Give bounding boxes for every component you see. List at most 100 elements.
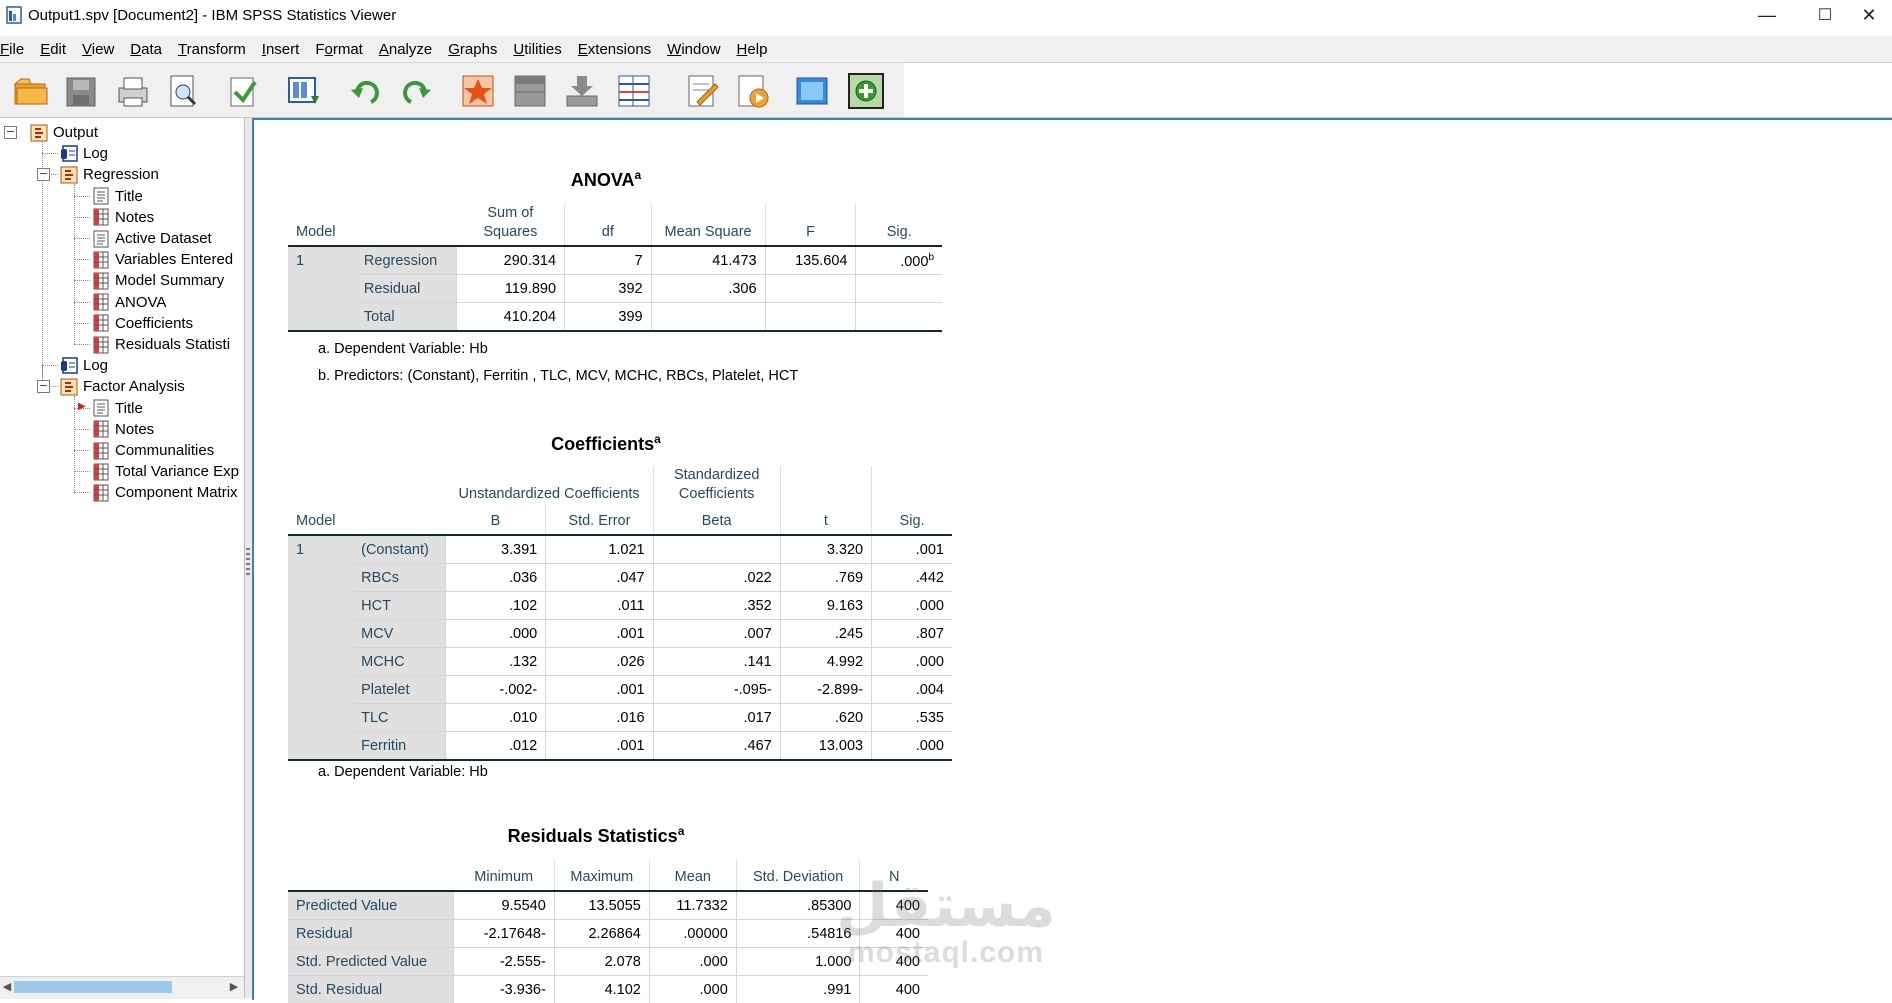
menu-accelerator: E bbox=[40, 41, 50, 58]
save-button[interactable] bbox=[58, 69, 102, 113]
residuals-table-title[interactable]: Residuals Statisticsa bbox=[508, 824, 685, 847]
menu-item-insert[interactable]: Insert bbox=[262, 41, 300, 58]
outline-item-regression-anova[interactable]: ANOVA bbox=[92, 292, 166, 313]
coef-b-cell: .132 bbox=[446, 648, 546, 676]
outline-item-factor-notes[interactable]: Notes bbox=[92, 419, 154, 440]
fullscreen-button[interactable] bbox=[790, 69, 834, 113]
menu-item-file[interactable]: File bbox=[0, 41, 24, 58]
menu-accelerator: o bbox=[325, 41, 333, 58]
outline-horizontal-scrollbar[interactable]: ◀ ▶ bbox=[0, 976, 244, 999]
coef-model-cell: 1 bbox=[288, 535, 353, 564]
outline-item-factor-total-variance-exp[interactable]: Total Variance Exp bbox=[92, 461, 239, 482]
scroll-right-arrow-icon[interactable]: ▶ bbox=[228, 981, 240, 993]
coef-row-label: MCV bbox=[353, 620, 445, 648]
coef-beta-cell: .007 bbox=[653, 620, 780, 648]
coef-se-cell: .011 bbox=[546, 592, 653, 620]
variables-button[interactable] bbox=[612, 69, 656, 113]
anova-f-cell bbox=[765, 275, 856, 303]
outline-item-log-2[interactable]: Log bbox=[60, 355, 108, 376]
anova-table[interactable]: Model Sum of Squares df Mean Square F Si… bbox=[288, 204, 942, 332]
coef-row-label: TLC bbox=[353, 704, 445, 732]
outline-item-factor-communalities[interactable]: Communalities bbox=[92, 440, 214, 461]
menu-accelerator: D bbox=[130, 41, 141, 58]
outline-item-label: Component Matrix bbox=[115, 484, 238, 501]
undo-button[interactable] bbox=[344, 69, 388, 113]
coef-b-cell: .000 bbox=[446, 620, 546, 648]
menu-item-graphs[interactable]: Graphs bbox=[448, 41, 497, 58]
menu-text: ile bbox=[9, 41, 24, 58]
outline-item-regression-title[interactable]: Title bbox=[92, 186, 143, 207]
close-button[interactable]: ✕ bbox=[1846, 0, 1892, 30]
outline-item-log[interactable]: Log bbox=[60, 143, 108, 164]
scroll-left-arrow-icon[interactable]: ◀ bbox=[1, 981, 13, 993]
maximize-button[interactable]: ☐ bbox=[1802, 0, 1848, 30]
watermark-latin-text: mostaql.com bbox=[826, 936, 1066, 970]
coef-b-cell: -.002- bbox=[446, 676, 546, 704]
scroll-thumb[interactable] bbox=[14, 981, 172, 993]
menu-item-data[interactable]: Data bbox=[130, 41, 162, 58]
outline-item-label: Active Dataset bbox=[115, 230, 212, 247]
outline-item-regression-coefficients[interactable]: Coefficients bbox=[92, 313, 193, 334]
tree-connector bbox=[74, 302, 90, 303]
menu-item-help[interactable]: Help bbox=[737, 41, 768, 58]
outline-item-label: Coefficients bbox=[115, 315, 193, 332]
expander-factor-analysis[interactable]: − bbox=[37, 380, 50, 393]
coef-se-cell: .016 bbox=[546, 704, 653, 732]
outline-item-factor-component-matrix[interactable]: Component Matrix bbox=[92, 482, 238, 503]
add-extension-button[interactable] bbox=[844, 69, 888, 113]
coef-model-cell bbox=[288, 732, 353, 761]
splitter-grip[interactable] bbox=[246, 548, 250, 576]
output-designate-button[interactable] bbox=[680, 69, 724, 113]
menu-item-window[interactable]: Window bbox=[667, 41, 720, 58]
anova-footnote-a: a. Dependent Variable: Hb bbox=[318, 341, 488, 357]
coef-beta-cell: .022 bbox=[653, 564, 780, 592]
print-preview-button[interactable] bbox=[160, 69, 204, 113]
goto-case-button[interactable] bbox=[508, 69, 552, 113]
output-content-pane[interactable]: ANOVAa Model Sum of Squares df Mean Squa… bbox=[252, 118, 1892, 1000]
print-button[interactable] bbox=[110, 69, 154, 113]
expander-regression[interactable]: − bbox=[37, 168, 50, 181]
anova-table-title[interactable]: ANOVAa bbox=[571, 168, 641, 191]
outline-item-regression-model-summary[interactable]: Model Summary bbox=[92, 270, 224, 291]
outline-item-factor-analysis[interactable]: Factor Analysis bbox=[60, 376, 185, 397]
outline-item-output[interactable]: Output bbox=[30, 122, 98, 143]
anova-f-cell: 135.604 bbox=[765, 246, 856, 275]
menu-item-view[interactable]: View bbox=[82, 41, 114, 58]
anova-title-footnote-mark: a bbox=[634, 168, 641, 182]
coef-row-label: HCT bbox=[353, 592, 445, 620]
coef-row-label: Ferritin bbox=[353, 732, 445, 761]
outline-item-regression-variables-entered[interactable]: Variables Entered bbox=[92, 249, 233, 270]
window-titlebar: Output1.spv [Document2] - IBM SPSS Stati… bbox=[0, 0, 1892, 30]
outline-item-regression[interactable]: Regression bbox=[60, 164, 159, 185]
script-button[interactable] bbox=[730, 69, 774, 113]
coef-header-se: Std. Error bbox=[546, 504, 653, 535]
outline-item-regression-notes[interactable]: Notes bbox=[92, 207, 154, 228]
menu-item-format[interactable]: Format bbox=[315, 41, 363, 58]
outline-item-label: Output bbox=[53, 124, 98, 141]
open-folder-button[interactable] bbox=[8, 69, 52, 113]
outline-item-regression-residuals-statisti[interactable]: Residuals Statisti bbox=[92, 334, 230, 355]
resid-min-cell: -2.555- bbox=[454, 948, 555, 976]
anova-ss-cell: 119.890 bbox=[457, 275, 565, 303]
redo-button[interactable] bbox=[394, 69, 438, 113]
coef-model-cell bbox=[288, 620, 353, 648]
export-icon bbox=[223, 72, 261, 110]
menu-item-extensions[interactable]: Extensions bbox=[578, 41, 651, 58]
goto-data-button[interactable] bbox=[456, 69, 500, 113]
menu-item-utilities[interactable]: Utilities bbox=[513, 41, 561, 58]
export-button[interactable] bbox=[220, 69, 264, 113]
coefficients-table[interactable]: Unstandardized Coefficients Standardized… bbox=[288, 466, 952, 761]
outline-item-regression-active-dataset[interactable]: Active Dataset bbox=[92, 228, 212, 249]
menu-item-analyze[interactable]: Analyze bbox=[379, 41, 432, 58]
menu-item-transform[interactable]: Transform bbox=[178, 41, 246, 58]
goto-variable-button[interactable] bbox=[560, 69, 604, 113]
menu-accelerator: U bbox=[513, 41, 524, 58]
coefficients-table-title[interactable]: Coefficientsa bbox=[551, 432, 661, 455]
menu-item-edit[interactable]: Edit bbox=[40, 41, 66, 58]
coef-model-cell bbox=[288, 592, 353, 620]
minimize-button[interactable]: — bbox=[1744, 0, 1790, 30]
expander-output[interactable]: − bbox=[4, 126, 17, 139]
outline-item-factor-title[interactable]: Title bbox=[92, 398, 143, 419]
recall-dialog-button[interactable] bbox=[282, 69, 326, 113]
toolbar-empty-area bbox=[904, 63, 1892, 118]
